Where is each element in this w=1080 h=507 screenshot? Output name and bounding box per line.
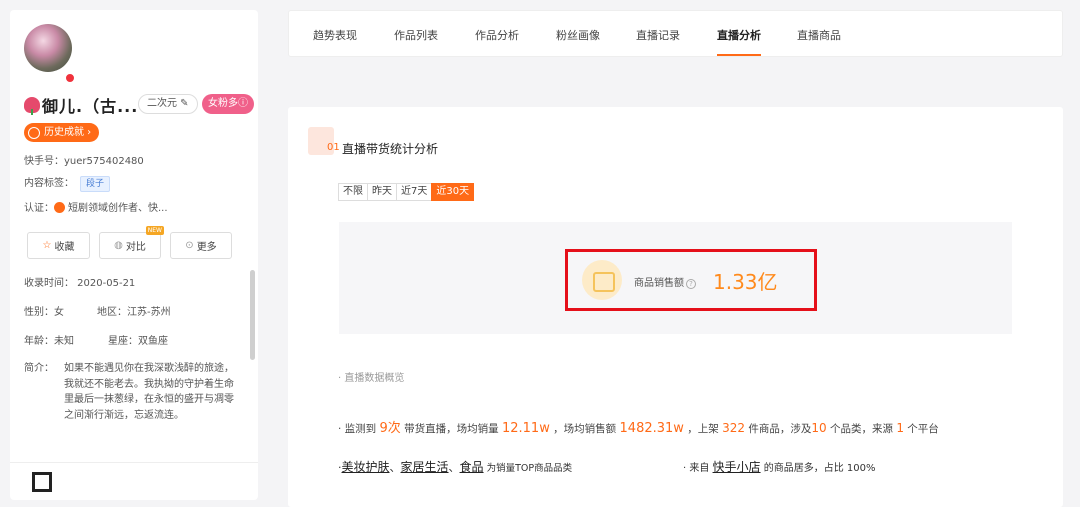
tab-bar: 趋势表现 作品列表 作品分析 粉丝画像 直播记录 直播分析 直播商品 <box>288 10 1063 57</box>
profile-sidebar: 御儿.（古... 二次元 ✎ 女粉多ⓘ 历史成就 › 快手号：yuer57540… <box>10 10 258 500</box>
text: ，上架 <box>683 423 723 435</box>
live-sales-panel: 01 直播带货统计分析 不限 昨天 近7天 近30天 商品销售额? 1.33亿 … <box>288 107 1063 507</box>
constellation: 星座：双鱼座 <box>108 336 168 347</box>
more-label: 更多 <box>196 242 217 253</box>
separator: 、 <box>448 461 460 474</box>
text: · 监测到 <box>338 423 380 435</box>
name-row: 御儿.（古... <box>24 94 138 116</box>
intro-text: 如果不能遇见你在我深歌浅醉的旅途，我就还不能老去。我执拗的守护着生命里最后一抹葱… <box>64 363 234 421</box>
stat-label: 商品销售额 <box>634 278 684 289</box>
help-icon[interactable]: ? <box>686 279 696 289</box>
tab-live-analysis[interactable]: 直播分析 <box>717 27 761 43</box>
content-tag-label: 内容标签： <box>24 178 74 189</box>
account-name: 御儿.（古... <box>42 97 139 116</box>
tulip-icon <box>24 97 40 115</box>
text: 的商品居多，占比 100% <box>760 463 876 474</box>
category-link-food[interactable]: 食品 <box>460 460 484 474</box>
store-icon <box>582 260 622 300</box>
text: · 来自 <box>683 463 713 474</box>
gender-badge-icon <box>64 72 76 84</box>
tab-works-analysis[interactable]: 作品分析 <box>475 27 519 43</box>
intro: 简介： 如果不能遇见你在我深歌浅醉的旅途，我就还不能老去。我执拗的守护着生命里最… <box>24 361 239 423</box>
qr-code-icon[interactable] <box>32 472 52 492</box>
section-number: 01 <box>327 142 340 153</box>
kuaishou-id: 快手号：yuer575402480 <box>24 156 144 167</box>
tab-works-list[interactable]: 作品列表 <box>394 27 438 43</box>
collect-button[interactable]: ☆ 收藏 <box>27 232 90 259</box>
range-all[interactable]: 不限 <box>338 183 368 201</box>
category-link-home[interactable]: 家居生活 <box>401 460 449 474</box>
sales-stat-card: 商品销售额? 1.33亿 <box>565 249 817 311</box>
verified-icon <box>54 202 65 213</box>
history-achievements-button[interactable]: 历史成就 › <box>24 123 100 142</box>
compare-icon: ◍ <box>114 240 123 251</box>
text: 个品类，来源 <box>826 423 897 435</box>
recorded-time: 收录时间： 2020-05-21 <box>24 278 136 289</box>
gender: 性别：女 <box>24 307 64 318</box>
more-icon: ⊙ <box>185 240 194 251</box>
category-count: 10 <box>811 421 827 435</box>
divider <box>10 462 258 463</box>
avatar[interactable] <box>24 24 72 72</box>
range-7d[interactable]: 近7天 <box>396 183 433 201</box>
region: 地区：江苏-苏州 <box>97 307 171 318</box>
cert-label: 认证： <box>24 203 54 214</box>
new-badge: NEW <box>145 226 164 235</box>
tab-live-records[interactable]: 直播记录 <box>636 27 680 43</box>
top-source: · 来自 快手小店 的商品居多，占比 100% <box>683 458 876 475</box>
star-icon: ☆ <box>42 240 52 251</box>
top-categories: ·美妆护肤、家居生活、食品 为销量TOP商品品类 <box>338 458 572 475</box>
range-yesterday[interactable]: 昨天 <box>367 183 397 201</box>
platform-count: 1 <box>896 421 904 435</box>
history-label: 历史成就 › <box>44 127 92 138</box>
active-tab-indicator <box>717 54 761 56</box>
collect-label: 收藏 <box>54 242 75 253</box>
cert-row: 认证： 短剧领域创作者、快... <box>24 199 168 214</box>
content-tag-row: 内容标签： 段子 <box>24 174 111 192</box>
fans-tag[interactable]: 女粉多ⓘ <box>202 94 254 114</box>
age: 年龄：未知 <box>24 336 74 347</box>
content-tag[interactable]: 段子 <box>80 176 111 192</box>
compare-label: 对比 <box>125 242 146 253</box>
intro-label: 简介： <box>24 363 54 374</box>
avg-volume: 12.11w <box>501 421 550 436</box>
source-link[interactable]: 快手小店 <box>713 460 761 474</box>
overview-summary: · 监测到 9次 带货直播，场均销量 12.11w ，场均销售额 1482.31… <box>338 417 939 436</box>
tab-fans-profile[interactable]: 粉丝画像 <box>556 27 600 43</box>
text: 个平台 <box>903 423 939 435</box>
text: 为销量TOP商品品类 <box>483 463 573 474</box>
range-30d[interactable]: 近30天 <box>431 183 475 201</box>
avg-sales: 1482.31w <box>619 421 684 436</box>
text: ，场均销售额 <box>549 423 620 435</box>
tab-live-products[interactable]: 直播商品 <box>797 27 841 43</box>
more-button[interactable]: ⊙ 更多 <box>170 232 232 259</box>
date-range-selector: 不限 昨天 近7天 近30天 <box>338 183 475 201</box>
sidebar-scrollbar[interactable] <box>250 270 255 360</box>
stat-label-row: 商品销售额? <box>634 274 696 289</box>
text: 带货直播，场均销量 <box>400 423 502 435</box>
product-count: 322 <box>722 421 746 435</box>
text: 件商品，涉及 <box>745 423 812 435</box>
tab-trend[interactable]: 趋势表现 <box>313 27 357 43</box>
section-title: 直播带货统计分析 <box>342 142 439 156</box>
cert-text: 短剧领域创作者、快... <box>68 203 168 214</box>
medal-icon <box>28 126 40 139</box>
category-link-beauty[interactable]: 美妆护肤 <box>342 460 390 474</box>
stat-value: 1.33亿 <box>713 270 778 294</box>
live-count: 9次 <box>379 421 401 436</box>
compare-button[interactable]: ◍ 对比 NEW <box>99 226 164 259</box>
overview-title: · 直播数据概览 <box>338 373 405 384</box>
category-tag[interactable]: 二次元 ✎ <box>138 94 198 114</box>
separator: 、 <box>389 461 401 474</box>
